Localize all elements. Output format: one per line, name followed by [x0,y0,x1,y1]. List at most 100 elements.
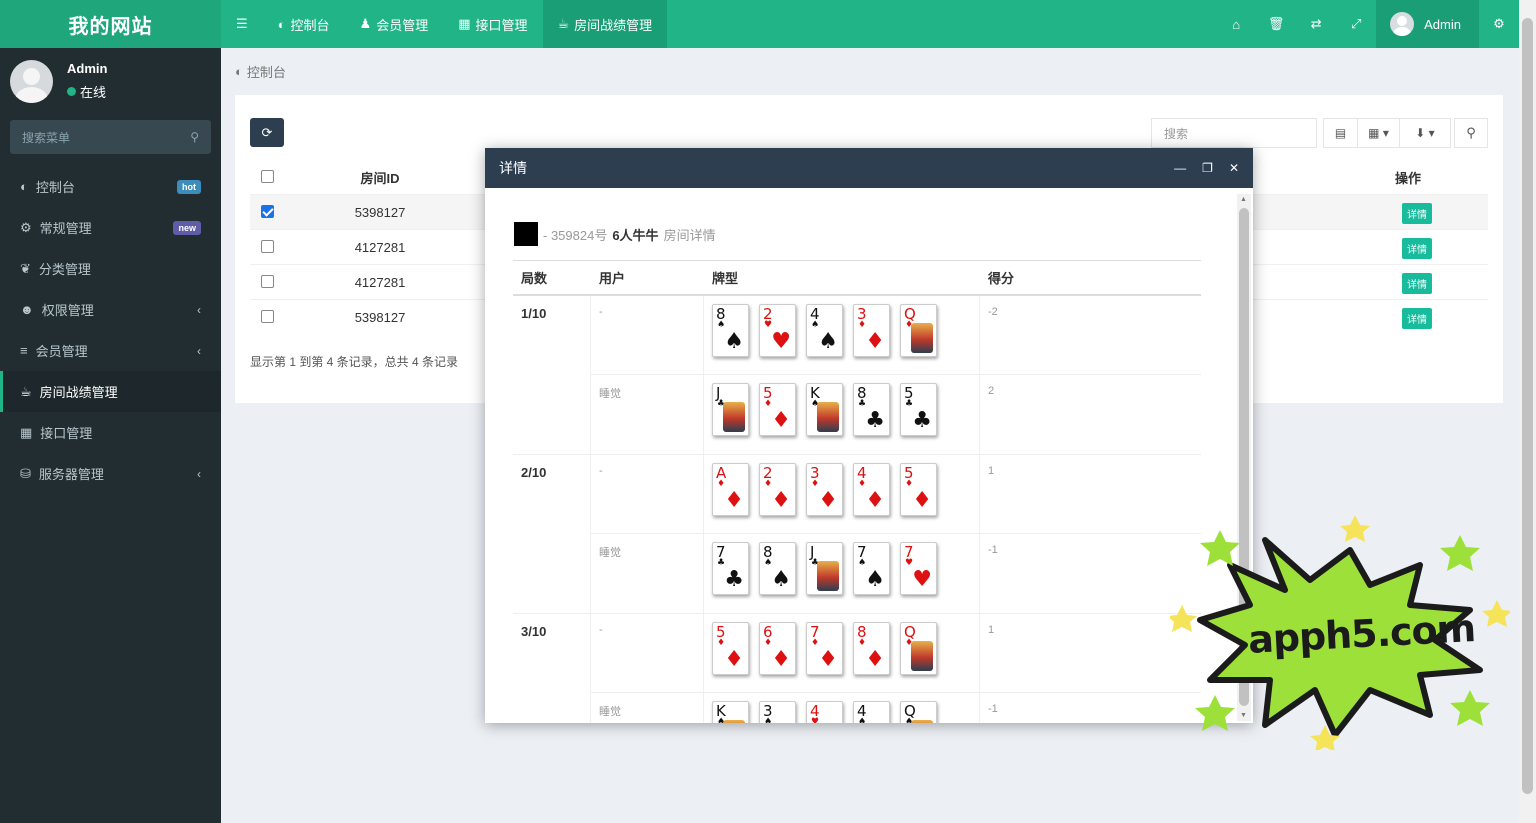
toggle-view-button[interactable]: ▤ [1324,119,1358,147]
playing-card: 7 ♣ ♣ [712,542,749,595]
top-nav-api[interactable]: ▦ 接口管理 [443,0,542,48]
chevron-left-icon: ‹ [197,343,201,358]
select-all-checkbox[interactable] [261,170,274,183]
menu-icon: ☰ [236,16,248,31]
row-checkbox[interactable] [261,310,274,323]
face-card-portrait-icon [911,641,933,671]
table-search-input[interactable]: 搜索 [1151,118,1317,148]
face-card-portrait-icon [723,402,745,432]
face-card-portrait-icon [817,402,839,432]
user-name: Admin [67,61,108,76]
close-icon[interactable]: ✕ [1229,161,1239,175]
round-number: 2/10 [513,455,591,613]
home-icon[interactable]: ⌂ [1216,0,1256,48]
face-card-portrait-icon [911,323,933,353]
sidebar-item-api[interactable]: ▦ 接口管理 [0,412,221,453]
row-checkbox[interactable] [261,240,274,253]
language-icon[interactable]: ⇄ [1296,0,1336,48]
sidebar-item-permission[interactable]: ☻ 权限管理 ‹ [0,289,221,330]
player-name: - [591,455,704,533]
player-score: 1 [988,624,995,636]
export-icon: ⬇ ▾ [1415,126,1435,140]
search-icon[interactable]: ⚲ [190,130,199,144]
card-suit-icon: ♠ [724,329,744,354]
avatar [10,59,53,103]
refresh-button[interactable]: ⟳ [250,118,284,147]
playing-card: J ♣ [712,383,749,436]
player-row: 睡觉 J ♣ 5 ♦ ♦ K ♠ 8 ♣ ♣ 5 ♣ ♣ 2 [591,375,1201,454]
row-checkbox[interactable] [261,205,274,218]
page-scrollbar[interactable] [1519,0,1536,823]
trash-icon[interactable]: 🗑 [1256,0,1296,48]
playing-card: 4 ♦ ♦ [853,463,890,516]
minimize-icon[interactable]: — [1174,161,1186,175]
round-group: 1/10-8 ♠ ♠ 2 ♥ ♥ 4 ♠ ♠ 3 ♦ ♦ Q ♦ -2 睡觉 J ♣ 5 ♦ ♦ K ♠ 8 ♣ ♣ 5 ♣ ♣ 2 [513,296,1201,455]
sidebar-item-dashboard[interactable]: ◐ 控制台 hot [0,166,221,207]
maximize-icon[interactable]: ❐ [1202,161,1213,175]
playing-card: 6 ♦ ♦ [759,622,796,675]
playing-card: 8 ♣ ♣ [853,383,890,436]
list-alt-icon: ▤ [1334,126,1347,140]
fullscreen-icon[interactable]: ⤢ [1336,0,1376,48]
playing-card: K ♠ [806,383,843,436]
top-navbar: ☰ ◐ 控制台 ♟ 会员管理 ▦ 接口管理 ☕ 房间战绩管理 ⌂ 🗑 ⇄ ⤢ Admin… [221,0,1519,48]
playing-card: 2 ♥ ♥ [759,304,796,357]
column-room-id[interactable]: 房间ID [335,168,425,187]
sidebar-item-room-records[interactable]: ☕ 房间战绩管理 [0,371,221,412]
site-logo[interactable]: 我的网站 [0,0,221,48]
playing-card: 7 ♦ ♦ [806,622,843,675]
round-group: 2/10- A ♦ ♦ 2 ♦ ♦ 3 ♦ ♦ 4 ♦ ♦ 5 ♦ ♦ 1 睡觉 7 ♣ ♣ 8 ♠ ♠ J ♣ 7 ♠ ♠ 7 ♥ ♥ -1 [513,455,1201,614]
card-suit-icon: ♠ [771,567,791,592]
column-actions: 操作 [1395,170,1422,186]
calendar-icon: ▦ [458,16,471,31]
cogs-icon: ⚙ [20,219,32,235]
user-menu[interactable]: Admin [1376,0,1479,48]
detail-button[interactable]: 详情 [1402,238,1432,259]
sidebar-item-members[interactable]: ≡ 会员管理 ‹ [0,330,221,371]
card-suit-icon: ♦ [771,408,791,433]
sidebar-user-panel: Admin 在线 [0,48,221,114]
menu-search-input[interactable]: 搜索菜单 ⚲ [10,120,211,154]
player-name: 睡觉 [591,534,704,613]
card-suit-icon: ♦ [865,488,885,513]
playing-card: Q ♦ [900,622,937,675]
list-icon: ≡ [20,343,28,358]
modal-header[interactable]: 详情 — ❐ ✕ [485,148,1253,188]
card-suit-icon: ♦ [771,488,791,513]
card-suit-icon: ♣ [724,567,744,592]
playing-card: 3 ♦ ♦ [806,463,843,516]
advanced-search-button[interactable]: ⚲ [1454,118,1488,148]
dashboard-icon: ◐ [235,64,243,79]
top-nav-dashboard[interactable]: ◐ 控制台 [263,0,345,48]
round-detail-table: 局数 用户 牌型 得分 1/10-8 ♠ ♠ 2 ♥ ♥ 4 ♠ ♠ 3 ♦ ♦ Q ♦ -2 睡觉 J ♣ 5 ♦ ♦… [513,260,1201,723]
hot-badge: hot [177,179,201,194]
detail-button[interactable]: 详情 [1402,203,1432,224]
detail-button[interactable]: 详情 [1402,308,1432,329]
export-button[interactable]: ⬇ ▾ [1400,119,1450,147]
hand-cards: K♠ 3♠♠ 4♥♥ 4♠♠ Q♠ [704,693,980,723]
columns-button[interactable]: ▦ ▾ [1358,119,1400,147]
playing-card: 4♠♠ [806,304,843,357]
card-suit-icon: ♠ [818,329,838,354]
detail-button[interactable]: 详情 [1402,273,1432,294]
card-suit-icon: ♥ [912,567,932,592]
sidebar-toggle-button[interactable]: ☰ [221,0,263,48]
user-icon: ♟ [359,16,372,31]
top-nav-room-records[interactable]: ☕ 房间战绩管理 [542,0,668,48]
top-nav-members[interactable]: ♟ 会员管理 [345,0,444,48]
player-score: -1 [988,544,998,556]
playing-card: 5 ♦ ♦ [759,383,796,436]
playing-card: 2 ♦ ♦ [759,463,796,516]
player-score: -2 [988,306,998,318]
card-suit-icon: ♠ [865,567,885,592]
sidebar-item-general[interactable]: ⚙ 常规管理 new [0,207,221,248]
card-suit-icon: ♠ [764,717,773,724]
sidebar-item-category[interactable]: ❦ 分类管理 [0,248,221,289]
card-suit-icon: ♠ [858,717,867,724]
card-suit-icon: ♦ [771,647,791,672]
group-icon: ☻ [20,302,34,317]
cogs-icon[interactable]: ⚙ [1479,0,1519,48]
sidebar-item-server[interactable]: ⛁ 服务器管理 ‹ [0,453,221,494]
modal-title: 详情 [499,160,527,176]
row-checkbox[interactable] [261,275,274,288]
